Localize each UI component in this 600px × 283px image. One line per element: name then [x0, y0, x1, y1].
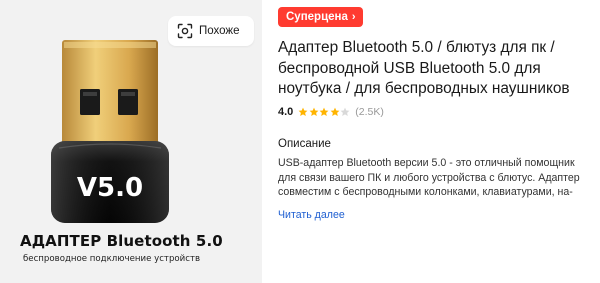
star-empty-icon — [340, 107, 350, 116]
rating-score: 4.0 — [278, 106, 294, 118]
image-caption-subtitle: беспроводное подключение устройств — [23, 254, 201, 264]
similar-button[interactable]: Похоже — [168, 16, 254, 46]
star-filled-icon — [330, 107, 340, 116]
product-image[interactable]: Похоже V5.0 АДАПТЕР Bluetooth 5.0 беспро… — [0, 0, 262, 283]
similar-label: Похоже — [199, 25, 240, 37]
rating-stars — [298, 107, 350, 117]
badge-label: Суперцена — [286, 11, 348, 23]
read-more-link[interactable]: Читать далее — [278, 209, 345, 221]
visual-search-icon — [177, 23, 193, 39]
bluetooth-adapter-picture: V5.0 — [51, 40, 169, 223]
star-filled-icon — [319, 107, 329, 116]
review-count: (2.5K) — [355, 106, 384, 118]
star-filled-icon — [298, 107, 308, 116]
image-caption-title: АДАПТЕР Bluetooth 5.0 — [20, 232, 223, 250]
star-filled-icon — [309, 107, 319, 116]
description-heading: Описание — [278, 138, 331, 150]
device-label: V5.0 — [77, 173, 143, 203]
rating[interactable]: 4.0 (2.5K) — [278, 106, 384, 118]
description-text: USB-адаптер Bluetooth версии 5.0 - это о… — [278, 157, 580, 199]
product-info: Суперцена › Адаптер Bluetooth 5.0 / блют… — [278, 0, 596, 283]
product-title: Адаптер Bluetooth 5.0 / блютуз для пк / … — [278, 39, 570, 97]
super-price-badge[interactable]: Суперцена › — [278, 7, 363, 27]
chevron-right-icon: › — [351, 10, 356, 23]
